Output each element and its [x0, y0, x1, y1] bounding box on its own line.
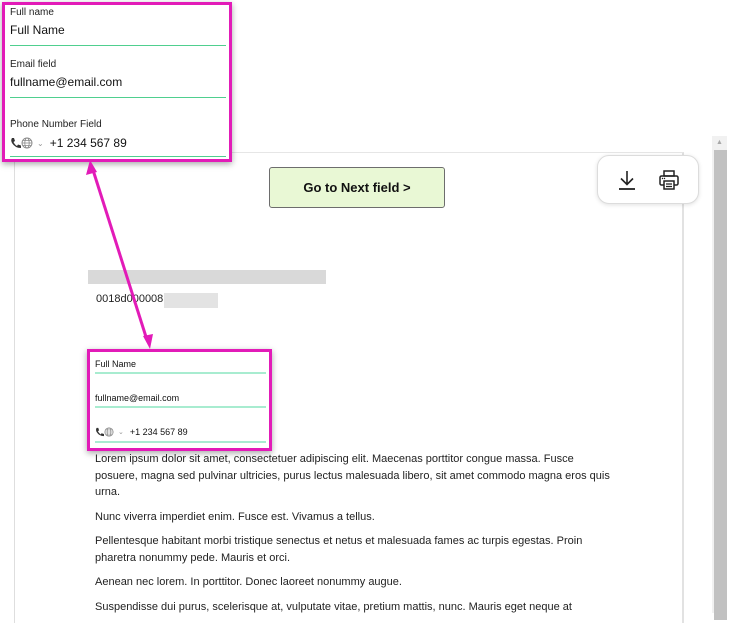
email-field[interactable]: Email field fullname@email.com	[10, 59, 226, 98]
embedded-form-panel: Full Name fullname@email.com ⌄ +1 234 56…	[87, 349, 272, 451]
chevron-down-icon: ⌄	[118, 429, 124, 436]
phone-icon	[11, 138, 21, 148]
print-icon	[659, 169, 679, 190]
print-button[interactable]	[657, 168, 681, 192]
globe-icon	[104, 427, 114, 437]
redacted-text	[88, 270, 326, 284]
phone-number-input[interactable]: +1 234 567 89	[50, 135, 127, 151]
redacted-text	[164, 293, 218, 308]
scrollbar[interactable]: ▲	[712, 136, 727, 620]
phone-icon	[96, 427, 104, 437]
full-name-input[interactable]: Full Name	[10, 22, 226, 38]
full-name-field[interactable]: Full name Full Name	[10, 7, 226, 46]
download-button[interactable]	[615, 168, 639, 192]
paragraph: Nunc viverra imperdiet enim. Fusce est. …	[95, 510, 375, 523]
embedded-email-field[interactable]: fullname@email.com	[95, 388, 266, 408]
embedded-full-name-value[interactable]: Full Name	[95, 356, 266, 372]
embedded-country-selector[interactable]: ⌄	[95, 427, 127, 437]
document-body: Lorem ipsum dolor sit amet, consectetuer…	[95, 451, 610, 623]
paragraph: Lorem ipsum dolor sit amet, consectetuer…	[95, 453, 610, 498]
go-to-next-field-button[interactable]: Go to Next field >	[269, 167, 445, 208]
embedded-full-name-field[interactable]: Full Name	[95, 354, 266, 374]
phone-number-field[interactable]: Phone Number Field ⌄ +1 234 567 89	[10, 119, 226, 157]
form-fields-panel: Full name Full Name Email field fullname…	[2, 2, 232, 162]
paragraph: Pellentesque habitant morbi tristique se…	[95, 535, 583, 564]
embedded-email-value[interactable]: fullname@email.com	[95, 390, 266, 406]
phone-number-label: Phone Number Field	[10, 119, 102, 130]
embedded-phone-value[interactable]: +1 234 567 89	[130, 424, 188, 440]
embedded-phone-field[interactable]: ⌄ +1 234 567 89	[95, 422, 266, 443]
email-label: Email field	[10, 59, 57, 70]
full-name-label: Full name	[10, 7, 54, 18]
chevron-down-icon: ⌄	[37, 138, 44, 148]
download-icon	[619, 170, 635, 190]
paragraph: Aenean nec lorem. In porttitor. Donec la…	[95, 576, 402, 588]
document-toolbar	[597, 155, 699, 204]
scroll-thumb[interactable]	[714, 150, 727, 620]
email-input[interactable]: fullname@email.com	[10, 74, 226, 90]
record-id: 0018d000008	[96, 293, 164, 305]
country-selector[interactable]: ⌄	[10, 137, 47, 149]
scroll-up-arrow-icon[interactable]: ▲	[712, 136, 727, 149]
globe-icon	[21, 137, 33, 149]
